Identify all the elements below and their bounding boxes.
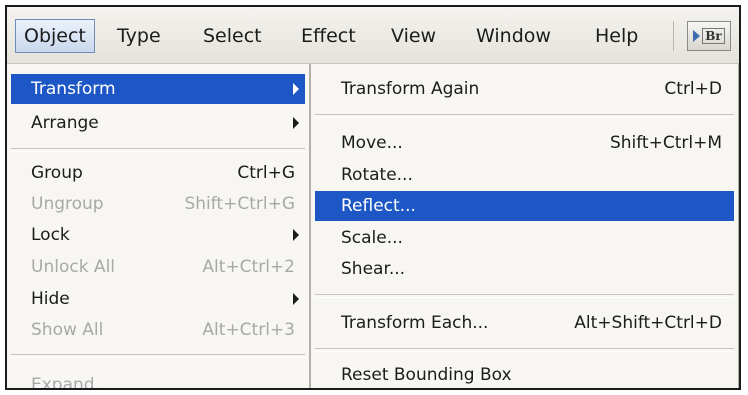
menu-separator: [315, 114, 734, 118]
menu-item-label: Transform: [31, 79, 116, 99]
bridge-arrow-icon: [693, 30, 701, 42]
menu-item-ungroup[interactable]: Ungroup Shift+Ctrl+G: [11, 189, 305, 219]
menu-separator: [315, 348, 734, 352]
menu-item-label: Group: [31, 163, 83, 183]
menu-item-hide[interactable]: Hide: [11, 284, 305, 314]
menu-item-show-all[interactable]: Show All Alt+Ctrl+3: [11, 315, 305, 345]
menu-item-expand[interactable]: Expand...: [11, 370, 305, 390]
menu-item-shortcut: Alt+Ctrl+2: [202, 257, 295, 277]
menu-effect[interactable]: Effect: [293, 19, 364, 53]
menu-item-label: Unlock All: [31, 257, 116, 277]
menubar-divider: [673, 21, 674, 51]
menu-item-label: Reflect...: [341, 196, 416, 216]
menu-item-shortcut: Ctrl+G: [237, 163, 295, 183]
menu-separator: [11, 148, 305, 152]
transform-submenu: Transform Again Ctrl+D Move... Shift+Ctr…: [310, 64, 739, 388]
menu-item-reset-bounding-box[interactable]: Reset Bounding Box: [315, 360, 734, 388]
menu-item-label: Move...: [341, 133, 403, 153]
menu-item-group[interactable]: Group Ctrl+G: [11, 158, 305, 188]
menu-view[interactable]: View: [383, 19, 444, 53]
menu-type[interactable]: Type: [109, 19, 169, 53]
menu-bar: Object Type Select Effect View Window He…: [7, 7, 739, 64]
menu-window[interactable]: Window: [468, 19, 559, 53]
app-frame: Object Type Select Effect View Window He…: [5, 5, 741, 390]
submenu-arrow-icon: [293, 293, 299, 305]
menu-item-label: Shear...: [341, 259, 406, 279]
menu-separator: [11, 354, 305, 358]
menu-item-shear[interactable]: Shear...: [315, 254, 734, 284]
menu-item-transform-again[interactable]: Transform Again Ctrl+D: [315, 74, 734, 104]
menu-object[interactable]: Object: [15, 19, 95, 53]
bridge-logo-icon: Br: [702, 28, 725, 44]
submenu-arrow-icon: [293, 83, 299, 95]
menu-item-transform[interactable]: Transform: [11, 74, 305, 104]
submenu-arrow-icon: [293, 117, 299, 129]
menu-item-shortcut: Shift+Ctrl+G: [184, 194, 295, 214]
menu-select[interactable]: Select: [195, 19, 270, 53]
menu-item-shortcut: Alt+Ctrl+3: [202, 320, 295, 340]
menu-item-label: Transform Again: [341, 79, 480, 99]
menu-item-label: Hide: [31, 289, 70, 309]
menu-item-reflect[interactable]: Reflect...: [315, 191, 734, 221]
menu-item-label: Ungroup: [31, 194, 104, 214]
menu-help[interactable]: Help: [587, 19, 646, 53]
menu-separator: [315, 294, 734, 298]
menu-item-arrange[interactable]: Arrange: [11, 108, 305, 138]
menu-item-transform-each[interactable]: Transform Each... Alt+Shift+Ctrl+D: [315, 308, 734, 338]
bridge-button[interactable]: Br: [687, 21, 731, 51]
menu-item-shortcut: Ctrl+D: [664, 79, 722, 99]
menu-item-rotate[interactable]: Rotate...: [315, 160, 734, 190]
menu-item-label: Expand...: [31, 375, 111, 390]
menu-item-move[interactable]: Move... Shift+Ctrl+M: [315, 128, 734, 158]
object-menu: Transform Arrange Group Ctrl+G Ungroup S…: [7, 64, 310, 390]
menu-item-shortcut: Alt+Shift+Ctrl+D: [574, 313, 722, 333]
submenu-arrow-icon: [293, 229, 299, 241]
menu-item-label: Arrange: [31, 113, 99, 133]
menu-item-label: Show All: [31, 320, 104, 340]
menu-item-label: Transform Each...: [341, 313, 489, 333]
menu-item-shortcut: Shift+Ctrl+M: [609, 133, 722, 153]
menu-item-label: Reset Bounding Box: [341, 365, 512, 385]
menu-item-label: Scale...: [341, 228, 403, 248]
menu-item-lock[interactable]: Lock: [11, 220, 305, 250]
menu-item-label: Rotate...: [341, 165, 413, 185]
menu-item-unlock-all[interactable]: Unlock All Alt+Ctrl+2: [11, 252, 305, 282]
menu-item-scale[interactable]: Scale...: [315, 223, 734, 253]
menu-item-label: Lock: [31, 225, 70, 245]
